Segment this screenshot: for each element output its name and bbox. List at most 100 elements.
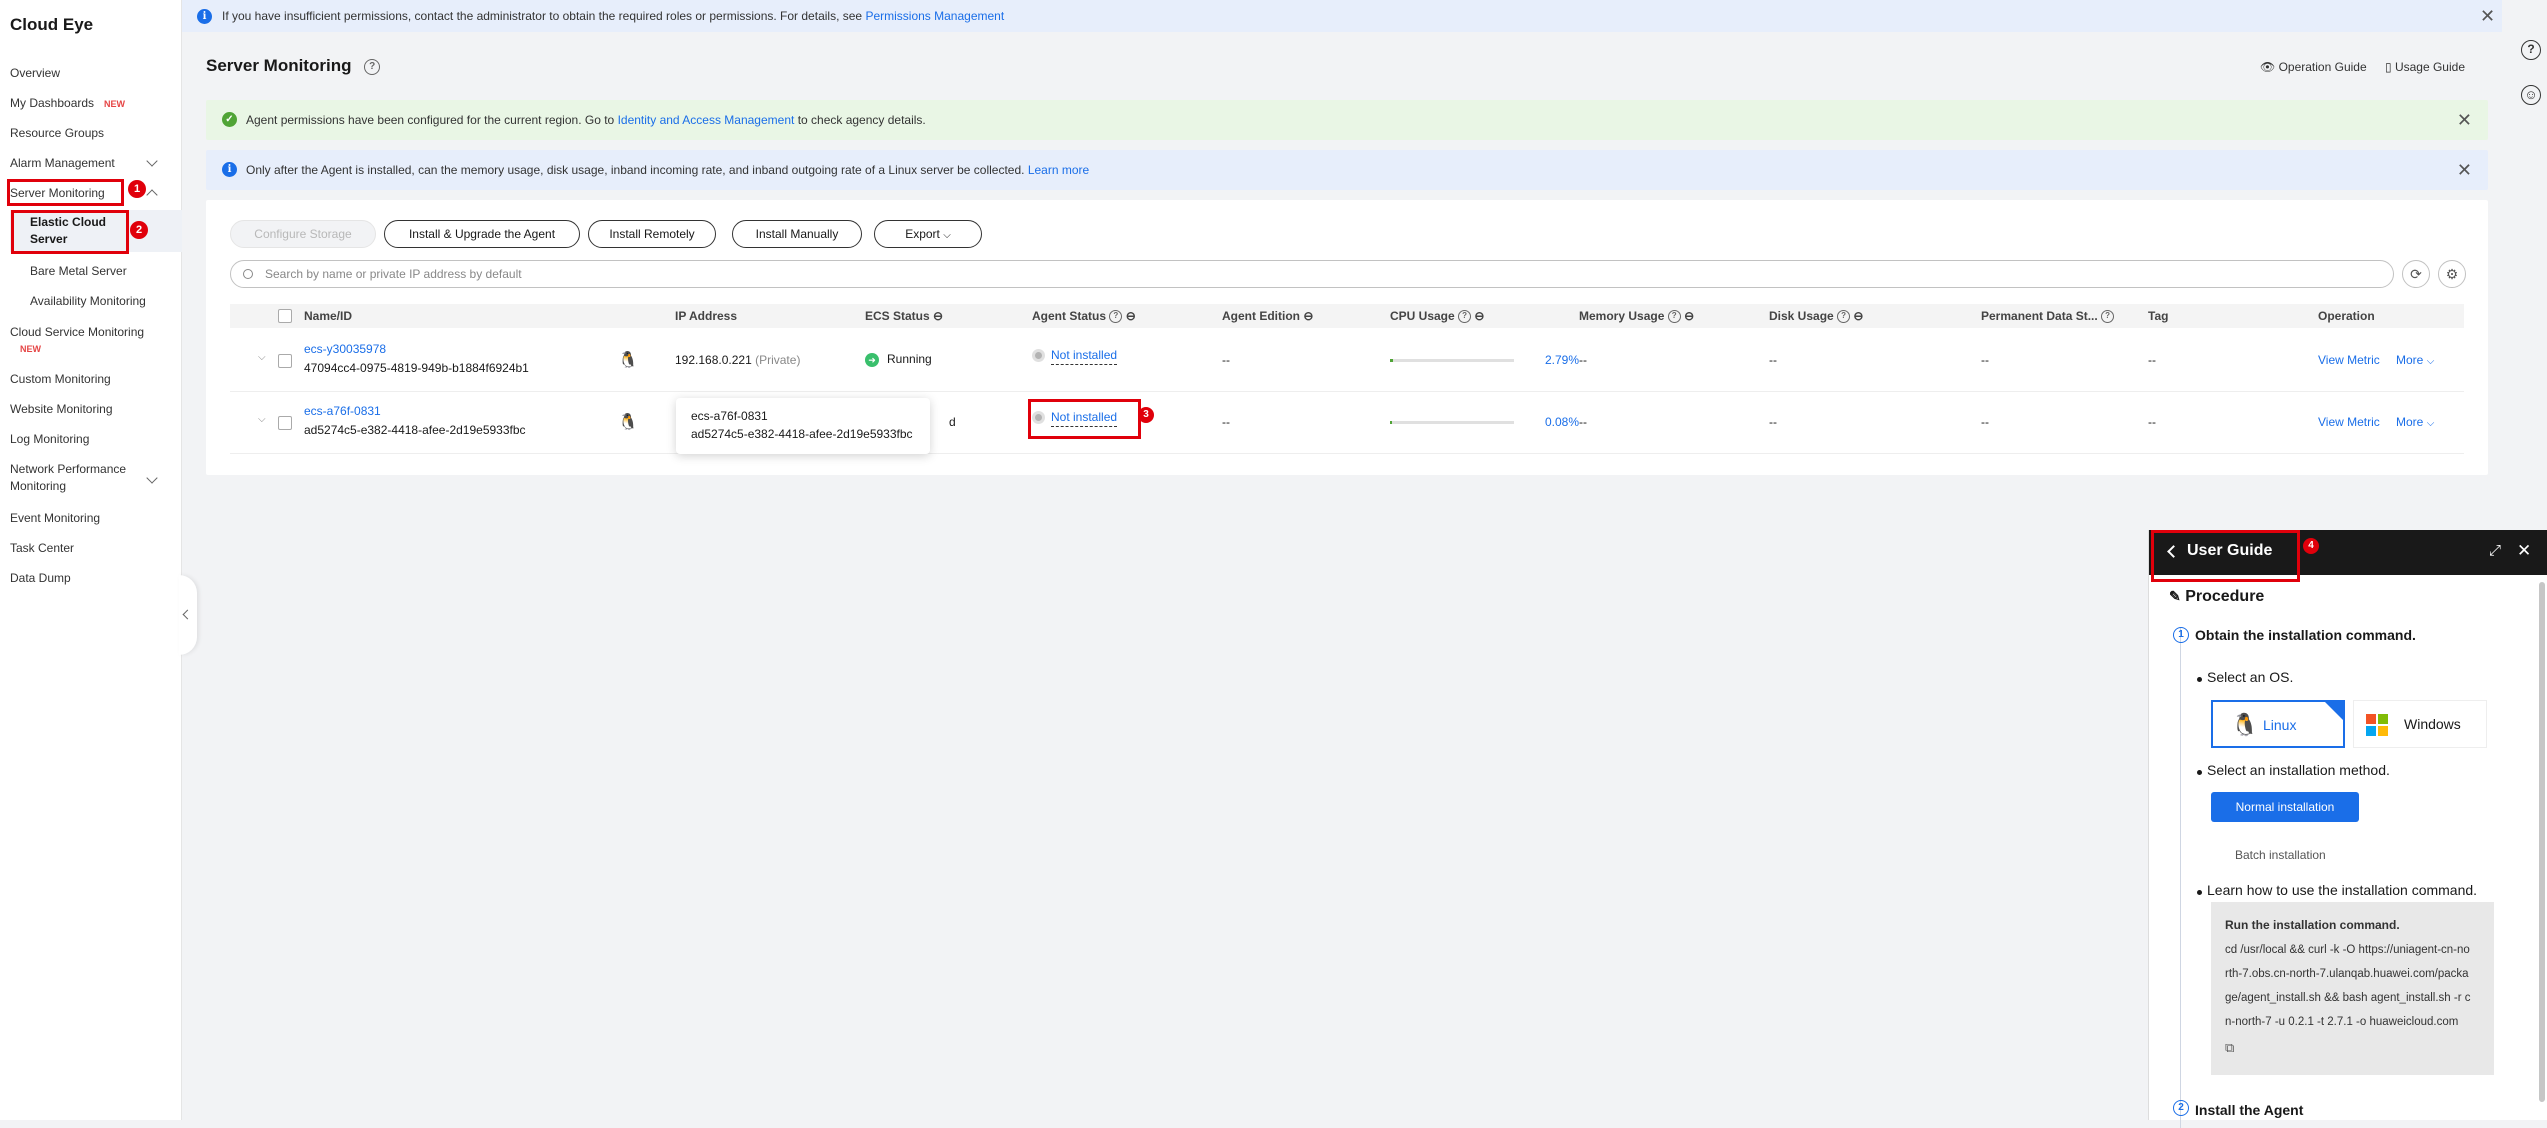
agent-edition: -- [1222, 353, 1230, 367]
chevron-down-icon: ⌵ [2426, 356, 2435, 367]
server-name-link[interactable]: ecs-y30035978 [304, 342, 386, 356]
os-option-windows[interactable]: Windows [2353, 700, 2487, 748]
view-metric-link[interactable]: View Metric [2318, 353, 2380, 367]
memory-usage: -- [1579, 353, 1587, 367]
cpu-usage-fill [1390, 421, 1392, 424]
ip-type: (Private) [755, 353, 801, 367]
chevron-left-icon [182, 609, 193, 620]
usage-guide-link[interactable]: ▯ Usage Guide [2385, 60, 2465, 74]
os-option-linux[interactable]: 🐧 Linux [2211, 700, 2345, 748]
row-checkbox[interactable] [278, 416, 292, 430]
sidebar-item-overview[interactable]: Overview [10, 66, 60, 80]
annotation-badge: 4 [2303, 538, 2319, 554]
sidebar-item-resource-groups[interactable]: Resource Groups [10, 126, 104, 140]
sidebar-item-bare-metal-server[interactable]: Bare Metal Server [30, 264, 127, 278]
cpu-usage-value: 0.08% [1545, 415, 1580, 429]
cpu-usage-bar [1390, 359, 1514, 362]
page-title-text: Server Monitoring [206, 56, 352, 75]
chevron-down-icon: ⌵ [943, 230, 951, 241]
command-line: rth-7.obs.cn-north-7.ulanqab.huawei.com/… [2225, 968, 2469, 980]
expand-icon[interactable]: ⤢ [2489, 542, 2501, 559]
command-line: cd /usr/local && curl -k -O https://unia… [2225, 944, 2470, 956]
column-header-agent-edition[interactable]: Agent Edition ⊖ [1222, 309, 1313, 323]
copy-icon[interactable]: ⧉ [2225, 1036, 2480, 1060]
more-label: More [2396, 353, 2424, 367]
sidebar-item-data-dump[interactable]: Data Dump [10, 571, 71, 585]
feedback-smiley-icon[interactable]: ☺ [2521, 85, 2541, 105]
chevron-up-icon[interactable] [146, 189, 158, 201]
learn-command-label: Learn how to use the installation comman… [2207, 882, 2478, 898]
annotation-badge: 3 [1138, 407, 1154, 423]
help-icon[interactable]: ? [364, 58, 381, 75]
sidebar-item-custom-monitoring[interactable]: Custom Monitoring [10, 372, 111, 386]
bullet-dot [2197, 890, 2202, 895]
guide-scrollbar[interactable] [2539, 582, 2545, 1102]
agent-status[interactable]: Not installed [1032, 348, 1118, 365]
install-manually-button[interactable]: Install Manually [732, 220, 862, 248]
expand-chevron-icon[interactable]: ⌵ [258, 352, 266, 363]
column-header-label: Permanent Data St... [1981, 309, 2098, 323]
more-dropdown[interactable]: More ⌵ [2396, 353, 2434, 367]
sidebar-item-alarm-management[interactable]: Alarm Management [10, 156, 115, 170]
sidebar-item-my-dashboards[interactable]: My Dashboards NEW [10, 96, 125, 110]
configure-storage-button[interactable]: Configure Storage [230, 220, 376, 248]
refresh-icon[interactable]: ⟳ [2402, 260, 2430, 288]
close-icon[interactable]: ✕ [2480, 7, 2495, 25]
help-icon[interactable]: ? [2521, 40, 2541, 60]
chevron-down-icon[interactable] [146, 155, 158, 167]
sidebar-item-task-center[interactable]: Task Center [10, 541, 74, 555]
expand-chevron-icon[interactable]: ⌵ [258, 414, 266, 425]
sidebar-item-log-monitoring[interactable]: Log Monitoring [10, 432, 89, 446]
permissions-management-link[interactable]: Permissions Management [865, 9, 1004, 23]
column-header-label: Memory Usage [1579, 309, 1665, 323]
sidebar-item-event-monitoring[interactable]: Event Monitoring [10, 511, 100, 525]
column-header-permanent-data: Permanent Data St... ? [1981, 309, 2115, 324]
windows-label: Windows [2404, 716, 2461, 732]
batch-installation-tab[interactable]: Batch installation [2235, 848, 2326, 862]
help-icon: ? [1458, 310, 1472, 324]
select-all-checkbox[interactable] [278, 309, 292, 323]
chevron-down-icon[interactable] [146, 472, 158, 484]
ecs-status-text: Running [887, 352, 932, 366]
search-input[interactable]: Search by name or private IP address by … [230, 260, 2394, 288]
check-circle-icon: ✓ [222, 112, 237, 127]
procedure-label: Procedure [2185, 588, 2265, 605]
export-button[interactable]: Export ⌵ [874, 220, 982, 248]
install-upgrade-agent-button[interactable]: Install & Upgrade the Agent [384, 220, 580, 248]
row-checkbox[interactable] [278, 354, 292, 368]
column-header-tag: Tag [2148, 309, 2169, 323]
collapse-sidebar-button[interactable] [179, 575, 197, 655]
column-header-disk-usage[interactable]: Disk Usage ? ⊖ [1769, 309, 1863, 324]
annotation-badge: 2 [130, 221, 148, 239]
sidebar-item-website-monitoring[interactable]: Website Monitoring [10, 402, 113, 416]
column-header-agent-status[interactable]: Agent Status ? ⊖ [1032, 309, 1136, 324]
sidebar-item-network-performance-monitoring[interactable]: Network Performance Monitoring [10, 461, 126, 495]
more-dropdown[interactable]: More ⌵ [2396, 415, 2434, 429]
bullet-dot [2197, 677, 2202, 682]
normal-installation-tab[interactable]: Normal installation [2211, 792, 2359, 822]
install-remotely-button[interactable]: Install Remotely [588, 220, 716, 248]
column-header-ecs-status[interactable]: ECS Status ⊖ [865, 309, 943, 323]
sidebar-item-availability-monitoring[interactable]: Availability Monitoring [30, 294, 146, 308]
selected-corner-check-icon [2325, 702, 2343, 720]
view-metric-link[interactable]: View Metric [2318, 415, 2380, 429]
agent-info-notice: i Only after the Agent is installed, can… [206, 150, 2488, 190]
more-label: More [2396, 415, 2424, 429]
settings-gear-icon[interactable]: ⚙ [2438, 260, 2466, 288]
agent-permission-notice: ✓ Agent permissions have been configured… [206, 100, 2488, 140]
column-header-cpu-usage[interactable]: CPU Usage ? ⊖ [1390, 309, 1484, 324]
permission-banner: i If you have insufficient permissions, … [182, 0, 2502, 32]
operation-guide-link[interactable]: 👁 Operation Guide [2260, 60, 2367, 74]
learn-more-link[interactable]: Learn more [1028, 163, 1089, 177]
server-name-link[interactable]: ecs-a76f-0831 [304, 404, 381, 418]
sidebar-item-cloud-service-monitoring[interactable]: Cloud Service Monitoring NEW [10, 324, 144, 358]
cpu-usage-value: 2.79% [1545, 353, 1580, 367]
tooltip-name: ecs-a76f-0831 [691, 409, 768, 423]
agent-status-link[interactable]: Not installed [1051, 348, 1118, 365]
select-os-label: Select an OS. [2207, 669, 2294, 685]
column-header-memory-usage[interactable]: Memory Usage ? ⊖ [1579, 309, 1694, 324]
close-icon[interactable]: ✕ [2457, 161, 2472, 179]
close-icon[interactable]: ✕ [2517, 541, 2531, 561]
close-icon[interactable]: ✕ [2457, 111, 2472, 129]
iam-link[interactable]: Identity and Access Management [618, 113, 795, 127]
